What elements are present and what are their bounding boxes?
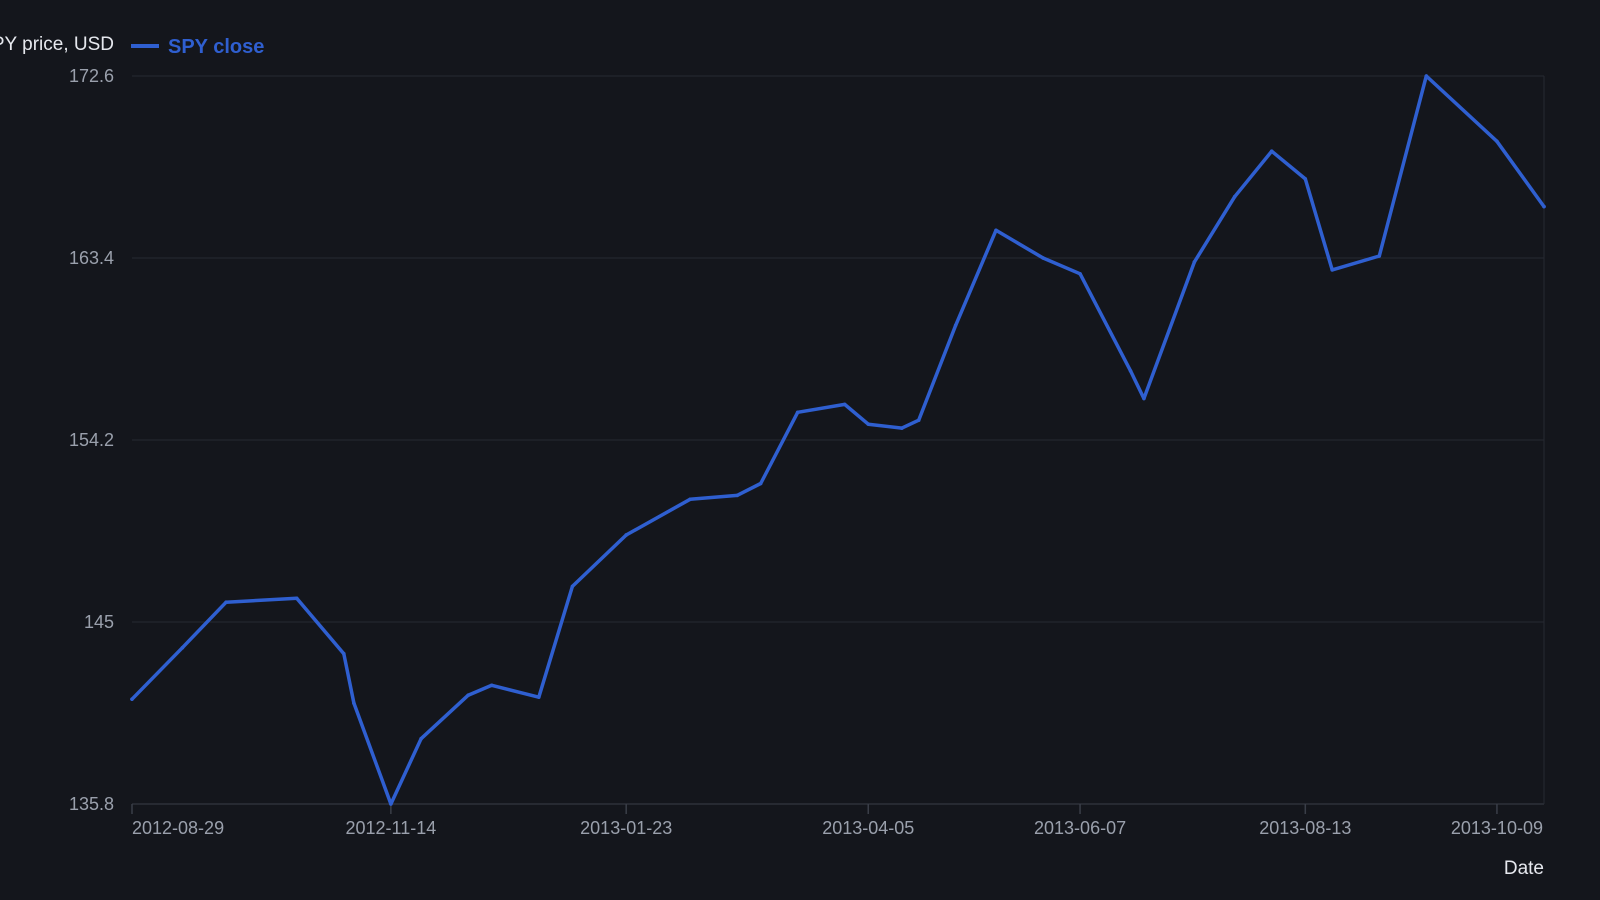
y-tick-label: 135.8 — [69, 794, 114, 814]
data-point — [570, 584, 575, 589]
label-layer: 135.8 145 154.2 163.4 172.6 2012-08-29 2012-11… — [69, 66, 1543, 838]
data-point — [1078, 272, 1082, 276]
data-point — [489, 683, 494, 688]
data-point — [536, 695, 541, 699]
data-point — [1303, 177, 1308, 181]
data-point — [866, 422, 871, 426]
data-point — [1495, 139, 1499, 144]
axis-layer — [131, 76, 1545, 814]
data-point — [916, 418, 921, 423]
data-point — [1232, 194, 1237, 199]
data-point — [352, 701, 356, 705]
legend: SPY close — [131, 36, 264, 58]
data-point — [1142, 396, 1146, 401]
line-chart: 135.8 145 154.2 163.4 172.6 2012-08-29 2012-11… — [0, 34, 1546, 879]
data-point — [735, 493, 739, 498]
y-tick-label: 163.4 — [69, 248, 114, 268]
grid-layer — [132, 75, 1544, 805]
legend-label: SPY close — [168, 36, 264, 58]
data-point — [1542, 204, 1546, 209]
data-point — [294, 596, 299, 601]
data-point — [688, 497, 692, 502]
data-point — [224, 600, 228, 605]
y-axis-title: PY price, USD — [0, 34, 114, 55]
x-tick-label: 2013-10-09 — [1451, 818, 1543, 838]
data-point — [1192, 260, 1197, 264]
data-point — [1377, 254, 1382, 258]
x-tick-label: 2013-06-07 — [1034, 818, 1126, 838]
data-point — [389, 802, 393, 806]
data-point — [1041, 256, 1045, 260]
data-point — [130, 697, 134, 701]
x-tick-label: 2013-01-23 — [580, 818, 672, 838]
x-tick-label: 2013-08-13 — [1259, 818, 1351, 838]
data-point — [842, 402, 847, 407]
x-tick-label: 2012-11-14 — [345, 818, 436, 838]
data-point — [180, 645, 185, 650]
data-point — [1128, 368, 1133, 373]
data-point — [900, 426, 904, 430]
chart-root: 135.8 145 154.2 163.4 172.6 2012-08-29 2012-11… — [0, 0, 1600, 900]
data-point — [758, 481, 763, 486]
data-point — [342, 651, 346, 656]
x-axis-title: Date — [1504, 858, 1544, 879]
data-point — [953, 323, 958, 328]
data-point — [419, 736, 423, 741]
data-point — [466, 693, 470, 697]
data-point — [1330, 268, 1334, 272]
y-tick-label: 154.2 — [69, 430, 114, 450]
x-tick-label: 2012-08-29 — [132, 818, 224, 838]
data-point — [795, 410, 800, 415]
data-point — [994, 228, 998, 233]
data-point — [1269, 149, 1274, 153]
data-point — [1424, 74, 1429, 78]
x-tick-label: 2013-04-05 — [822, 818, 914, 838]
y-tick-label: 172.6 — [69, 66, 114, 86]
data-point — [624, 533, 628, 537]
y-tick-label: 145 — [84, 612, 114, 632]
